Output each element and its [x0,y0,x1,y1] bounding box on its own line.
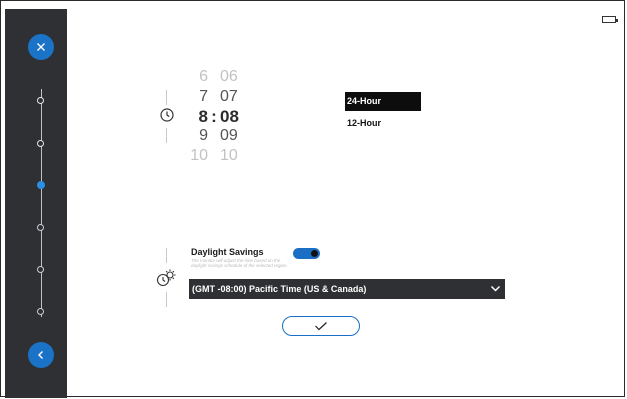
time-separator [208,127,220,145]
hour-value: 10 [190,147,208,164]
daylight-savings-label: Daylight Savings [191,247,264,257]
minute-value: 07 [220,88,238,105]
selected-time-row[interactable]: 8 : 08 [190,107,250,127]
minute-value: 06 [220,68,238,85]
step-2-indicator [37,140,44,147]
hour-value: 9 [199,127,208,144]
timezone-selected-value: (GMT -08:00) Pacific Time (US & Canada) [192,284,367,294]
step-1-indicator [37,97,44,104]
divider-line [166,248,167,263]
clock-sun-icon [156,269,176,287]
format-option-12-hour[interactable]: 12-Hour [345,114,383,133]
time-separator [208,68,220,86]
minute-value: 09 [220,127,238,144]
time-separator [208,88,220,106]
divider-line [166,128,167,143]
close-button[interactable] [28,34,54,60]
step-5-indicator [37,266,44,273]
toggle-knob [311,250,318,257]
divider-line [166,292,167,307]
time-row[interactable]: 6 06 [190,68,250,86]
time-separator: : [211,107,217,126]
back-button[interactable] [28,342,54,368]
minute-value: 10 [220,147,238,164]
step-6-indicator [37,308,44,315]
step-4-indicator [37,224,44,231]
daylight-savings-description: The monitor will adjust the time based o… [191,258,288,268]
step-3-indicator [36,181,45,189]
hour-value: 8 [198,107,208,126]
chevron-down-icon [490,285,501,292]
time-row[interactable]: 9 09 [190,127,250,145]
checkmark-icon [315,322,327,331]
time-separator [208,147,220,165]
hour-value: 6 [199,68,208,85]
back-arrow-icon [38,351,43,359]
step-track [41,89,42,317]
format-option-24-hour[interactable]: 24-Hour [345,92,421,111]
hour-value: 7 [199,88,208,105]
minute-value: 08 [220,107,239,126]
battery-icon [602,16,618,23]
confirm-button[interactable] [282,316,360,336]
divider-line [166,90,167,105]
time-row[interactable]: 7 07 [190,88,250,106]
sidebar [5,9,67,398]
time-row[interactable]: 10 10 [190,147,250,165]
app-frame [0,0,625,397]
timezone-dropdown[interactable]: (GMT -08:00) Pacific Time (US & Canada) [189,279,505,299]
clock-icon [160,108,174,122]
daylight-savings-toggle[interactable] [293,248,320,259]
close-icon [37,43,45,51]
